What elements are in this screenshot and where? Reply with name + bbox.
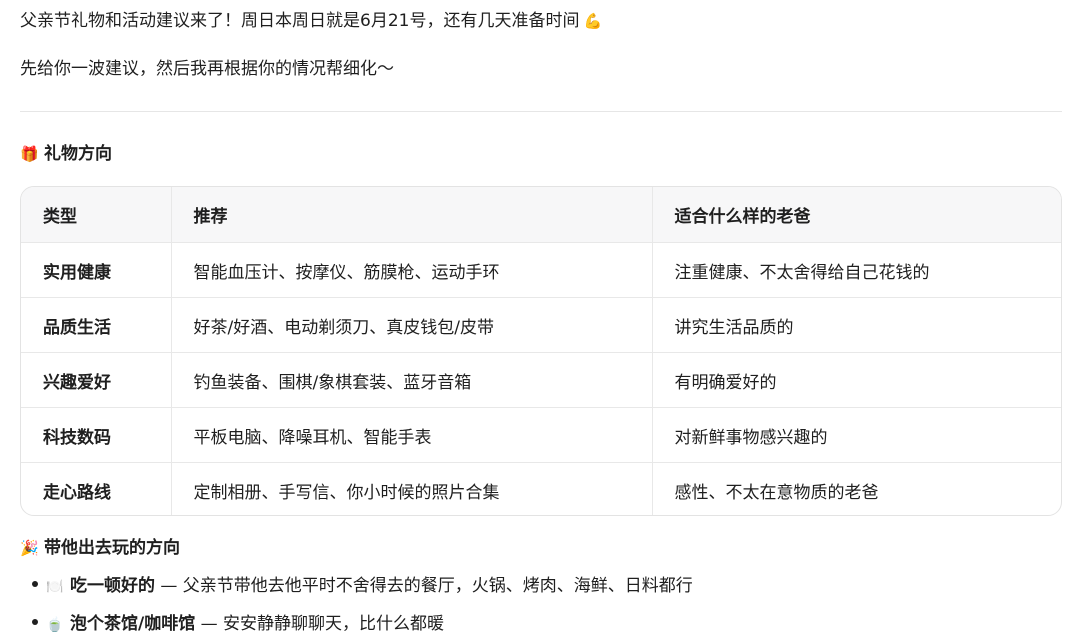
cell-recommendation: 钓鱼装备、围棋/象棋套装、蓝牙音箱 xyxy=(171,352,653,408)
cell-fit: 讲究生活品质的 xyxy=(652,297,1061,353)
cell-recommendation: 定制相册、手写信、你小时候的照片合集 xyxy=(171,462,653,515)
intro-line-1-text: 父亲节礼物和活动建议来了！周日本周日就是6月21号，还有几天准备时间 xyxy=(20,11,580,31)
list-item: 🍽️ 吃一顿好的 — 父亲节带他去他平时不舍得去的餐厅，火锅、烤肉、海鲜、日料都行 xyxy=(32,574,693,599)
cell-fit: 注重健康、不太舍得给自己花钱的 xyxy=(652,242,1061,298)
cell-type: 实用健康 xyxy=(21,242,172,298)
cell-type: 走心路线 xyxy=(21,462,172,515)
plate-cutlery-icon: 🍽️ xyxy=(46,579,64,595)
intro-line-2: 先给你一波建议，然后我再根据你的情况帮细化～ xyxy=(20,59,394,79)
gift-icon: 🎁 xyxy=(20,145,39,163)
flexed-biceps-icon: 💪 xyxy=(583,12,603,30)
bullet-dot xyxy=(32,581,38,587)
cell-recommendation: 好茶/好酒、电动剃须刀、真皮钱包/皮带 xyxy=(171,297,653,353)
cell-fit: 感性、不太在意物质的老爸 xyxy=(674,482,879,503)
intro-line-1: 父亲节礼物和活动建议来了！周日本周日就是6月21号，还有几天准备时间 💪 xyxy=(20,9,602,33)
cell-fit: 有明确爱好的 xyxy=(652,352,1061,408)
tea-cup-icon: 🍵 xyxy=(46,617,64,633)
table-header-row: 类型 推荐 适合什么样的老爸 xyxy=(21,187,1061,243)
gift-section-title: 🎁 礼物方向 xyxy=(20,142,112,166)
list-item-text: — 安安静静聊聊天，比什么都暖 xyxy=(195,614,445,634)
column-header-recommendation: 推荐 xyxy=(171,187,653,243)
table-row: 科技数码 平板电脑、降噪耳机、智能手表 对新鲜事物感兴趣的 xyxy=(21,407,1061,463)
table-row: 实用健康 智能血压计、按摩仪、筋膜枪、运动手环 注重健康、不太舍得给自己花钱的 xyxy=(21,242,1061,298)
table-row: 兴趣爱好 钓鱼装备、围棋/象棋套装、蓝牙音箱 有明确爱好的 xyxy=(21,352,1061,408)
cell-type: 科技数码 xyxy=(21,407,172,463)
list-item-text: — 父亲节带他去他平时不舍得去的餐厅，火锅、烤肉、海鲜、日料都行 xyxy=(155,576,693,596)
table-row: 品质生活 好茶/好酒、电动剃须刀、真皮钱包/皮带 讲究生活品质的 xyxy=(21,297,1061,353)
list-item: 🍵 泡个茶馆/咖啡馆 — 安安静静聊聊天，比什么都暖 xyxy=(32,612,444,637)
outing-section-title: 🎉 带他出去玩的方向 xyxy=(20,536,180,560)
cell-type: 品质生活 xyxy=(21,297,172,353)
bullet-dot xyxy=(32,619,38,625)
cell-recommendation: 平板电脑、降噪耳机、智能手表 xyxy=(171,407,653,463)
cell-type: 兴趣爱好 xyxy=(21,352,172,408)
list-item-title: 吃一顿好的 xyxy=(70,576,155,596)
list-item-title: 泡个茶馆/咖啡馆 xyxy=(70,614,196,634)
gift-section-title-text: 礼物方向 xyxy=(44,144,112,164)
divider xyxy=(20,111,1062,112)
column-header-type: 类型 xyxy=(21,187,172,243)
party-popper-icon: 🎉 xyxy=(20,539,39,557)
cell-recommendation: 智能血压计、按摩仪、筋膜枪、运动手环 xyxy=(171,242,653,298)
outing-section-title-text: 带他出去玩的方向 xyxy=(44,538,180,558)
table-row: 走心路线 定制相册、手写信、你小时候的照片合集 感性、不太在意物质的老爸 xyxy=(21,462,1061,515)
gift-table: 类型 推荐 适合什么样的老爸 实用健康 智能血压计、按摩仪、筋膜枪、运动手环 注… xyxy=(20,186,1062,516)
column-header-fit: 适合什么样的老爸 xyxy=(652,187,1061,243)
cell-fit: 对新鲜事物感兴趣的 xyxy=(652,407,1061,463)
